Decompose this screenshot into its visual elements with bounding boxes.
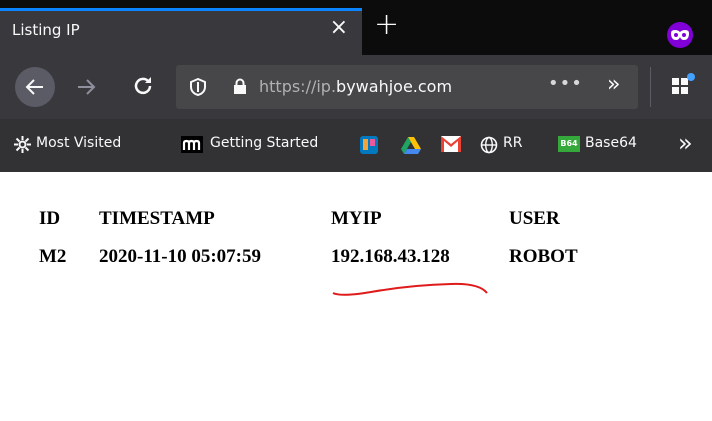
reload-button[interactable] (132, 75, 154, 97)
cell-id: M2 (39, 246, 67, 267)
table-row: M2 2020-11-10 05:07:59 192.168.43.128 RO… (39, 238, 594, 276)
overflow-menu-button[interactable]: » (607, 72, 620, 97)
trello-icon[interactable] (360, 136, 378, 154)
bookmarks-toolbar: Most Visited Getting Started RR B64 Base… (0, 119, 712, 172)
page-actions-button[interactable]: ••• (548, 73, 583, 94)
google-drive-icon[interactable] (401, 136, 421, 154)
ip-listing-table: ID TIMESTAMP MYIP USER M2 2020-11-10 05:… (39, 200, 594, 276)
tab-close-icon[interactable]: × (330, 16, 348, 40)
m-logo-icon (181, 136, 203, 153)
bookmarks-overflow-button[interactable]: » (678, 129, 693, 157)
toolbar-divider (650, 67, 651, 107)
gmail-icon[interactable] (441, 136, 461, 152)
new-tab-button[interactable]: + (374, 10, 399, 40)
address-bar[interactable]: https://ip.bywahjoe.com ••• » (176, 65, 638, 109)
red-underline-annotation (332, 282, 488, 296)
navigation-toolbar: https://ip.bywahjoe.com ••• » (0, 55, 712, 119)
cell-user: ROBOT (509, 246, 578, 267)
tab-active[interactable]: Listing IP × (0, 8, 362, 55)
header-id: ID (39, 208, 61, 229)
bookmark-base64[interactable]: Base64 (585, 135, 637, 151)
cell-timestamp: 2020-11-10 05:07:59 (99, 246, 262, 267)
globe-icon (480, 136, 498, 154)
bookmark-getting-started[interactable]: Getting Started (210, 135, 318, 151)
tab-strip: Listing IP × + (0, 0, 712, 55)
header-user: USER (509, 208, 560, 229)
bookmark-most-visited[interactable]: Most Visited (36, 135, 121, 151)
url-text[interactable]: https://ip.bywahjoe.com (259, 77, 452, 96)
header-myip: MYIP (331, 208, 382, 229)
lock-icon[interactable] (233, 78, 247, 95)
b64-icon: B64 (558, 136, 580, 152)
gear-icon (14, 136, 31, 153)
bookmark-rr[interactable]: RR (503, 135, 522, 151)
tab-title: Listing IP (12, 21, 80, 39)
page-content: ID TIMESTAMP MYIP USER M2 2020-11-10 05:… (0, 172, 712, 421)
back-button[interactable] (15, 67, 55, 107)
table-header-row: ID TIMESTAMP MYIP USER (39, 200, 594, 238)
forward-button[interactable] (76, 77, 96, 97)
arrow-left-icon (25, 79, 43, 95)
header-timestamp: TIMESTAMP (99, 208, 215, 229)
shield-icon[interactable] (190, 78, 206, 96)
private-browsing-icon (667, 22, 693, 48)
cell-myip: 192.168.43.128 (331, 246, 450, 267)
extension-icon[interactable] (670, 73, 696, 99)
